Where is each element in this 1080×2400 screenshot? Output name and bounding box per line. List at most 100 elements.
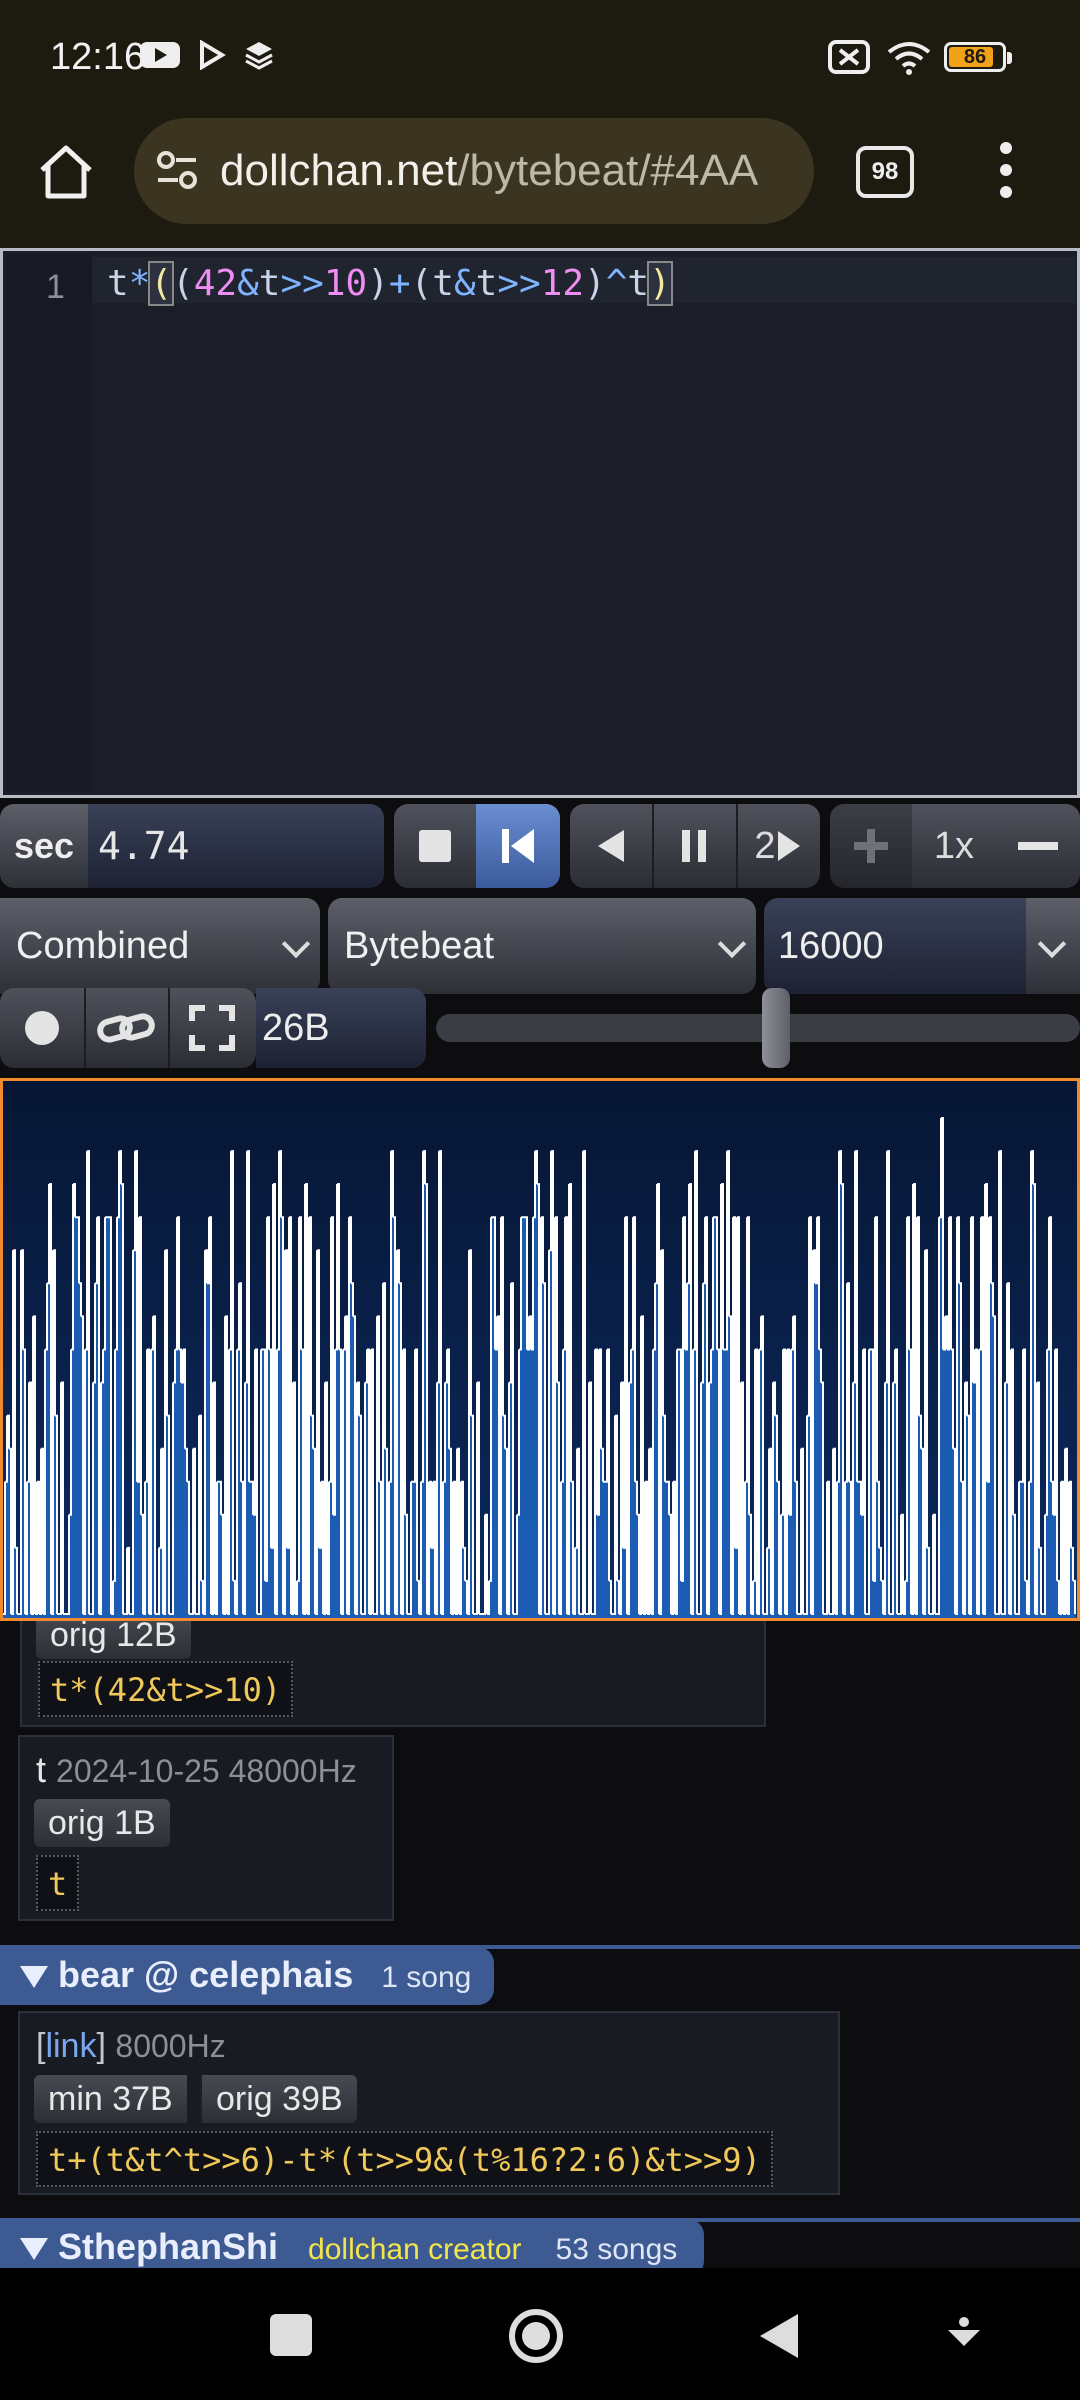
clock: 12:16 (50, 36, 146, 78)
volume-slider-thumb[interactable] (762, 988, 791, 1068)
type-select-value: Bytebeat (344, 925, 494, 967)
line-number: 1 (46, 268, 65, 306)
share-link-button[interactable] (84, 988, 170, 1068)
system-nav-bar (0, 2268, 1080, 2400)
song-link[interactable]: link (45, 2027, 96, 2065)
record-button[interactable] (0, 988, 86, 1068)
code-token: * (128, 263, 151, 304)
waveform-display[interactable] (0, 1078, 1080, 1621)
song-meta: 8000Hz (115, 2028, 226, 2064)
code-token: ^ (605, 263, 628, 304)
song-title-row: [link] 8000Hz (36, 2027, 226, 2065)
code-line[interactable]: t*((42&t>>10)+(t&t>>12)^t) (107, 261, 673, 306)
speed-up-button[interactable] (830, 804, 914, 888)
skip-back-icon (502, 829, 534, 863)
min-size-pill[interactable]: min 37B (34, 2075, 187, 2123)
code-token: t (432, 263, 454, 304)
song-card: [link] 8000Hz min 37B orig 39B t+(t&t^t>… (18, 2011, 840, 2195)
pause-icon (682, 830, 706, 862)
fullscreen-icon (189, 1005, 235, 1051)
pause-button[interactable] (652, 804, 738, 888)
mode-select[interactable]: Combined (0, 898, 320, 994)
song-card: orig 12B t*(42&t>>10) (20, 1621, 766, 1727)
code-token: ) (367, 263, 389, 304)
code-token: >> (280, 263, 324, 304)
browser-toolbar: dollchan.net/bytebeat/#4AA 98 (0, 118, 1080, 248)
speed-group: 1x (830, 804, 1080, 888)
chevron-down-icon (1037, 929, 1067, 959)
code-token: & (237, 263, 259, 304)
mode-select-value: Combined (16, 925, 190, 967)
play-reverse-button[interactable] (570, 804, 654, 888)
stop-button[interactable] (394, 804, 478, 888)
youtube-icon (140, 42, 180, 68)
speed-down-button[interactable] (996, 804, 1080, 888)
no-sim-icon (828, 40, 870, 74)
song-card: t 2024-10-25 48000Hz orig 1B t (18, 1735, 394, 1921)
home-nav-icon[interactable] (506, 2306, 566, 2366)
chevron-down-icon (717, 929, 747, 959)
status-bar: 12:16 86 (0, 0, 1080, 118)
play-store-icon (200, 40, 226, 70)
home-icon[interactable] (34, 140, 98, 204)
back-nav-icon[interactable] (758, 2312, 802, 2360)
code-token: t (475, 263, 498, 304)
sample-rate-input[interactable]: 16000 (764, 898, 1026, 994)
song-code[interactable]: t*(42&t>>10) (38, 1661, 294, 1717)
stop-icon (419, 830, 451, 862)
code-token: t (107, 263, 129, 304)
tab-switcher-button[interactable]: 98 (856, 146, 914, 198)
url-text[interactable]: dollchan.net/bytebeat/#4AA (220, 146, 758, 196)
code-token: ( (172, 263, 194, 304)
song-count: 53 songs (555, 2233, 678, 2266)
fullscreen-button[interactable] (168, 988, 256, 1068)
code-size-label: 26B (256, 988, 426, 1068)
sample-rate-dropdown[interactable] (1026, 898, 1080, 994)
site-settings-icon[interactable] (154, 148, 200, 194)
code-editor[interactable]: 1 t*((42&t>>10)+(t&t>>12)^t) (0, 248, 1080, 798)
type-select[interactable]: Bytebeat (328, 898, 756, 994)
author-header-sthephan[interactable]: SthephanShi dollchan creator 53 songs (0, 2219, 704, 2268)
orig-size-pill[interactable]: orig 12B (36, 1621, 191, 1659)
song-code[interactable]: t (36, 1855, 80, 1911)
orig-size-pill[interactable]: orig 1B (34, 1799, 170, 1847)
collapse-triangle-icon (20, 1966, 48, 1989)
wifi-icon (887, 42, 931, 75)
fast-forward-button[interactable]: 2 (736, 804, 820, 888)
time-input[interactable]: 4.74 (88, 804, 384, 888)
playback-group-1 (394, 804, 560, 888)
waveform-canvas (3, 1081, 1077, 1618)
playback-group-2: 2 (570, 804, 820, 888)
code-token: t (258, 263, 281, 304)
volume-slider[interactable] (436, 988, 1080, 1068)
plus-icon (854, 829, 888, 863)
code-token: t (627, 263, 650, 304)
chevron-down-icon (281, 929, 311, 959)
code-token: ( (410, 263, 433, 304)
speed-value[interactable]: 1x (912, 804, 998, 888)
more-options-icon[interactable] (996, 140, 1016, 200)
code-token: ) (584, 263, 606, 304)
collapse-triangle-icon (20, 2238, 48, 2261)
library-list: orig 12B t*(42&t>>10) t 2024-10-25 48000… (0, 1621, 1080, 2268)
link-icon (97, 1013, 155, 1043)
record-icon (25, 1011, 59, 1045)
code-token: 12 (540, 263, 585, 304)
code-token: 42 (193, 263, 238, 304)
author-header-bear[interactable]: bear @ celephais 1 song (0, 1947, 494, 2005)
minus-icon (1018, 842, 1058, 850)
layers-icon (245, 42, 273, 70)
code-token: ) (647, 261, 673, 306)
url-domain: dollchan.net (220, 146, 458, 195)
code-token: >> (497, 263, 541, 304)
time-unit-toggle[interactable]: sec (0, 804, 88, 888)
code-token: & (453, 263, 476, 304)
dismiss-keyboard-icon[interactable] (946, 2316, 982, 2356)
song-code[interactable]: t+(t&t^t>>6)-t*(t>>9&(t%16?2:6)&t>>9) (36, 2131, 773, 2187)
code-token: + (388, 263, 411, 304)
recents-button[interactable] (270, 2314, 312, 2356)
orig-size-pill[interactable]: orig 39B (200, 2075, 357, 2123)
restart-button[interactable] (476, 804, 560, 888)
address-bar[interactable]: dollchan.net/bytebeat/#4AA (134, 118, 814, 224)
ff-speed-label: 2 (754, 824, 776, 867)
